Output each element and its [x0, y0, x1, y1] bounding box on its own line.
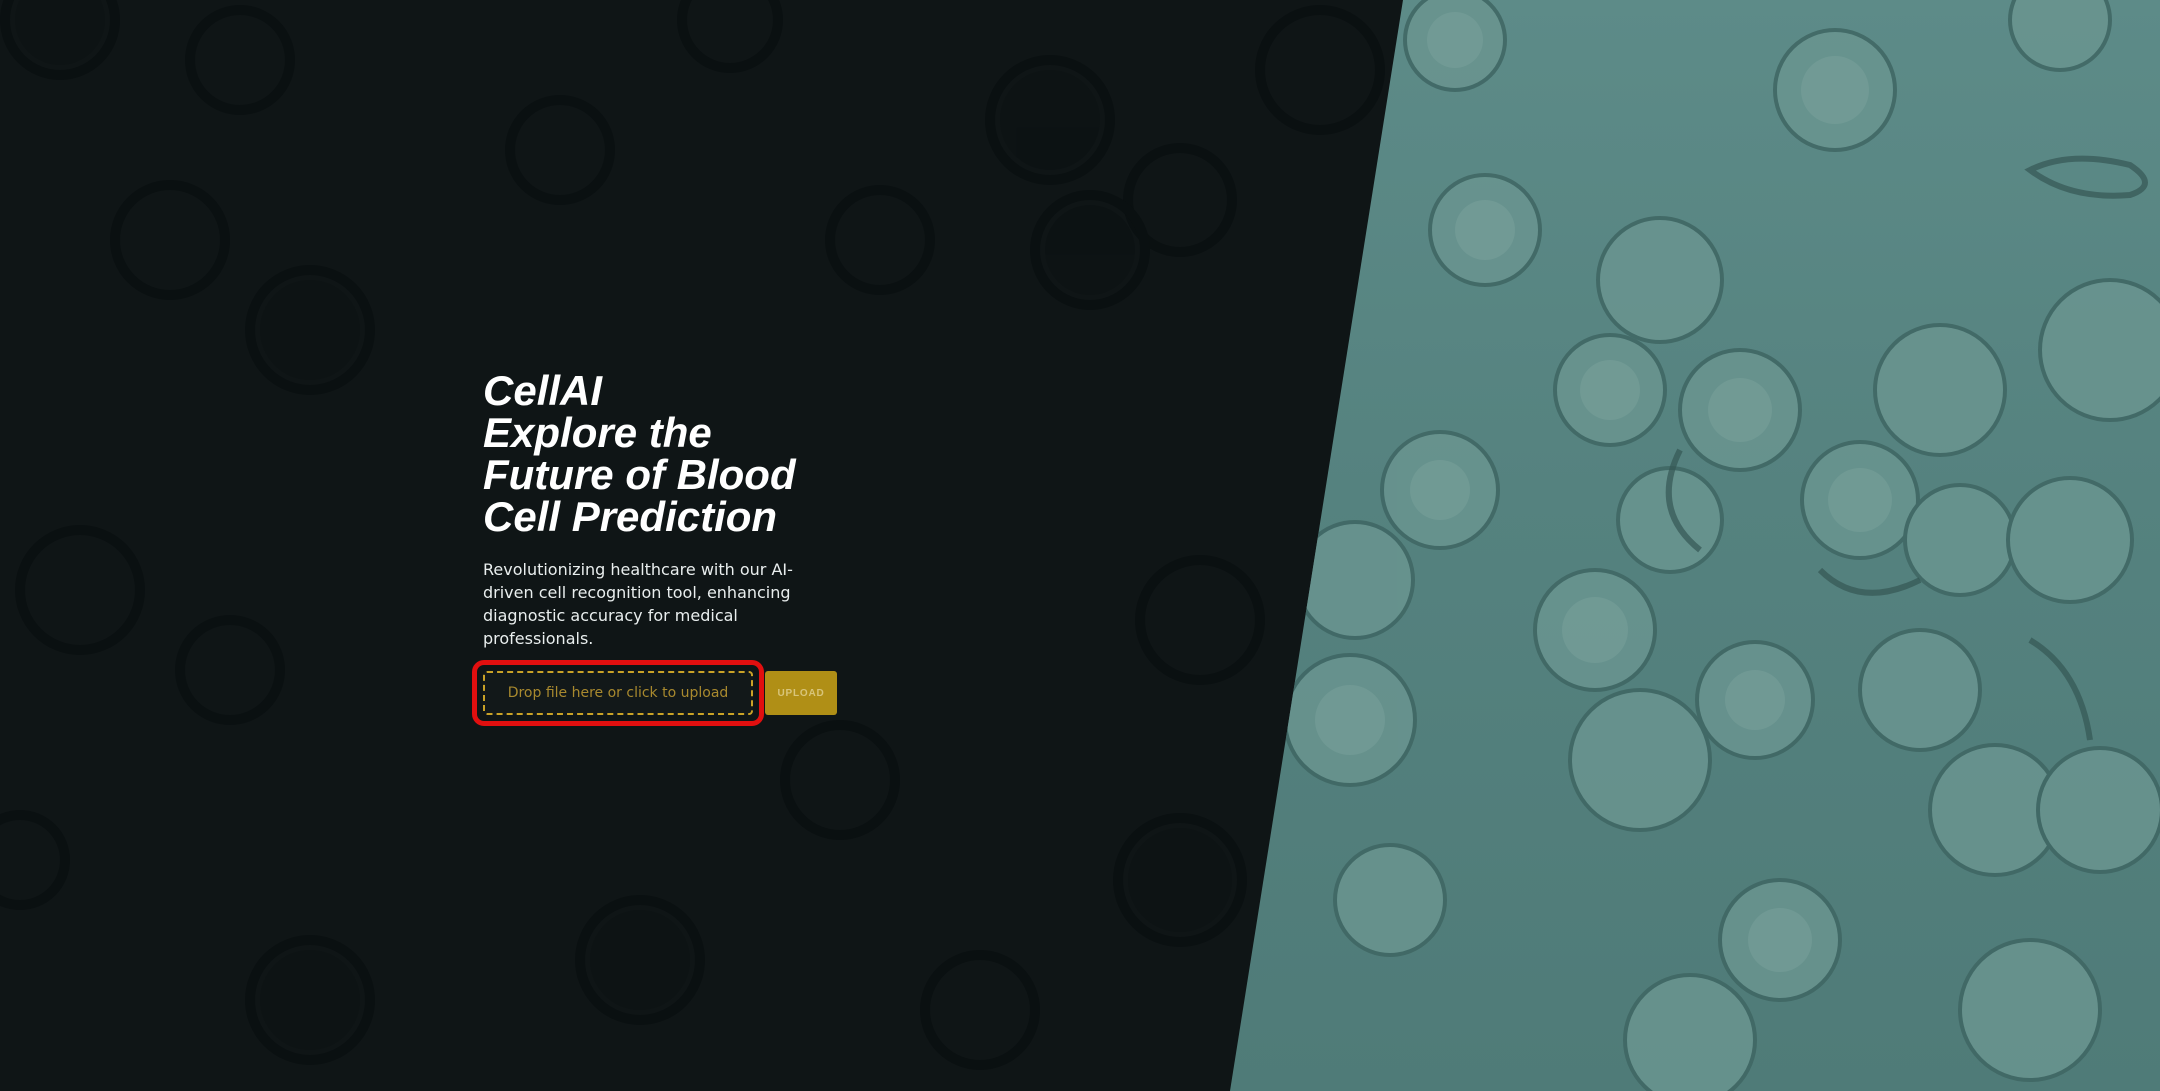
upload-form: Drop file here or click to upload UPLOAD — [472, 660, 837, 726]
title-line: Cell Prediction — [483, 493, 778, 540]
title-line: Explore the — [483, 409, 712, 456]
title-line: Future of Blood — [483, 451, 796, 498]
landing-page: CellAI Explore the Future of Blood Cell … — [0, 0, 2160, 1091]
drop-zone-label: Drop file here or click to upload — [507, 685, 729, 701]
hero-section: CellAI Explore the Future of Blood Cell … — [483, 370, 883, 650]
file-drop-zone[interactable]: Drop file here or click to upload — [472, 660, 764, 726]
hero-subtitle: Revolutionizing healthcare with our AI-d… — [483, 560, 793, 648]
upload-button[interactable]: UPLOAD — [765, 671, 837, 715]
title-line-brand: CellAI — [483, 367, 603, 414]
page-title: CellAI Explore the Future of Blood Cell … — [483, 370, 883, 538]
